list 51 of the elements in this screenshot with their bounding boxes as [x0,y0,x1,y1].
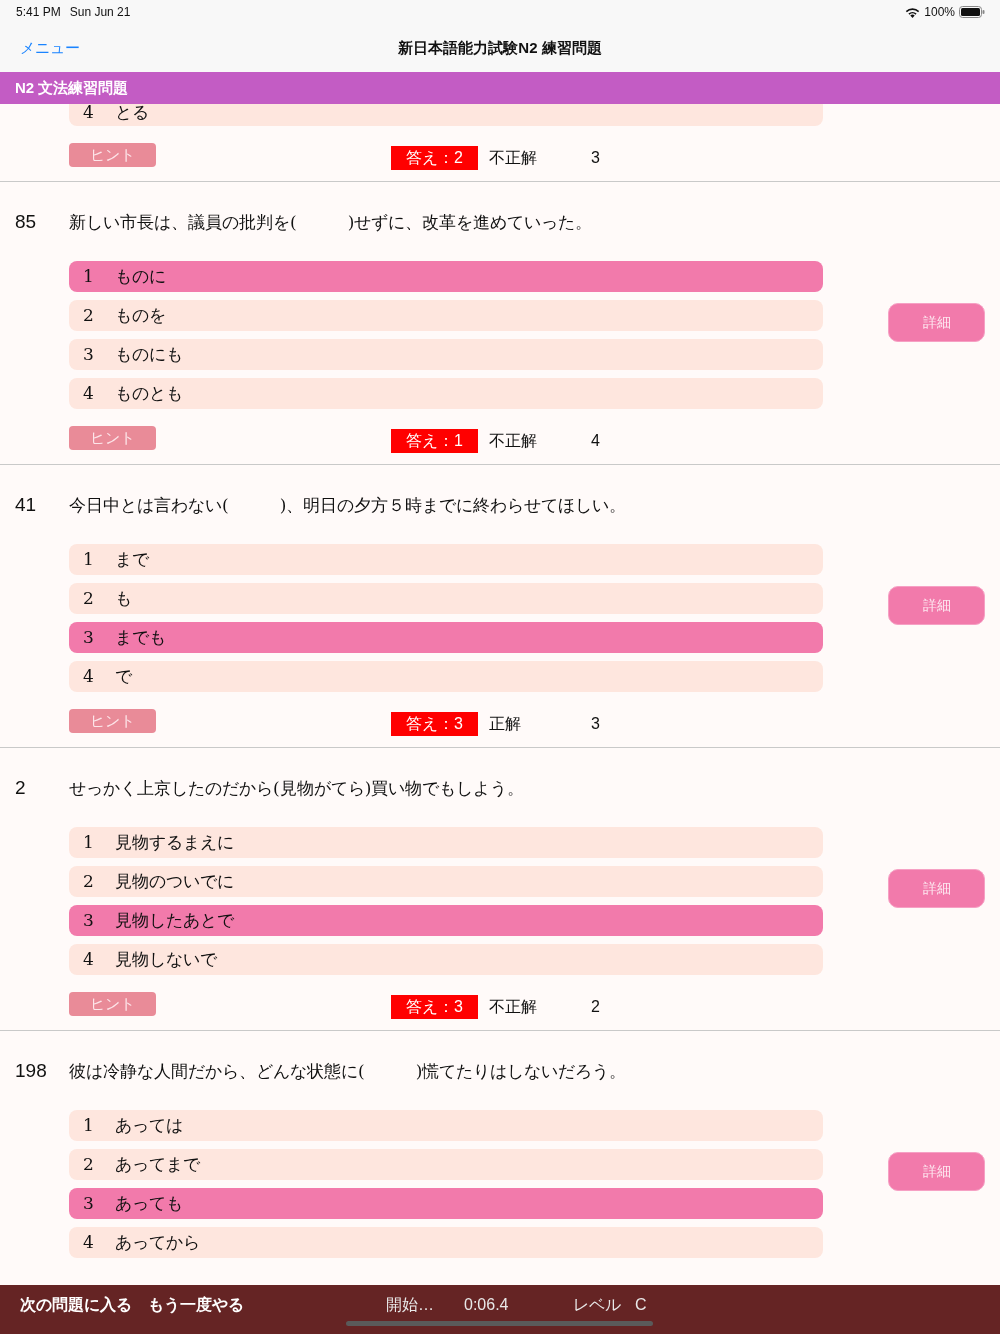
count-text: 4 [591,432,600,449]
question-text: 新しい市長は、議員の批判を( )せずに、改革を進めていった。 [69,211,593,234]
question-number: 85 [15,211,37,232]
answer-option[interactable]: 4 ものとも [69,378,823,409]
answer-label: 答え：3 [391,712,478,736]
status-time: 5:41 PM [16,4,61,21]
question-text: 彼は冷静な人間だから、どんな状態に( )慌てたりはしないだろう。 [69,1060,627,1083]
result-text: 正解 [489,715,521,732]
battery-percentage: 100% [924,4,955,21]
level-label: レベル [573,1294,621,1315]
question-number: 41 [15,494,37,515]
question-number: 2 [15,777,26,798]
answer-option[interactable]: 3 までも [69,622,823,653]
section-header: N2 文法練習問題 [0,72,1000,104]
answer-option[interactable]: 1 あっては [69,1110,823,1141]
question-number: 198 [15,1060,47,1081]
answer-option[interactable]: 2 見物のついでに [69,866,823,897]
result-text: 不正解 [489,149,537,166]
answer-option[interactable]: 3 あっても [69,1188,823,1219]
timer-text: 0:06.4 [464,1294,509,1315]
answer-option[interactable]: 2 あってまで [69,1149,823,1180]
question-text: せっかく上京したのだから(見物がてら)買い物でもしよう。 [69,777,525,800]
page-title: 新日本語能力試験N2 練習問題 [398,37,602,58]
answer-option[interactable]: 3 見物したあとで [69,905,823,936]
answer-label: 答え：2 [391,146,478,170]
wifi-icon [905,6,921,18]
status-text: 開始… [386,1294,434,1315]
level-value: C [635,1294,647,1315]
answer-option[interactable]: 1 ものに [69,261,823,292]
retry-button[interactable]: もう一度やる [148,1292,244,1317]
result-text: 不正解 [489,998,537,1015]
count-text: 3 [591,715,600,732]
answer-label: 答え：3 [391,995,478,1019]
answer-option[interactable]: 4 見物しないで [69,944,823,975]
answer-option[interactable]: 2 ものを [69,300,823,331]
answer-option[interactable]: 4 あってから [69,1227,823,1258]
answer-option[interactable]: 3 ものにも [69,339,823,370]
next-question-button[interactable]: 次の問題に入る [20,1292,132,1317]
result-text: 不正解 [489,432,537,449]
status-date: Sun Jun 21 [69,4,131,21]
answer-option[interactable]: 1 まで [69,544,823,575]
count-text: 2 [591,998,600,1015]
battery-icon [959,6,985,18]
question-text: 今日中とは言わない( )、明日の夕方５時までに終わらせてほしい。 [69,494,627,517]
answer-option[interactable]: 4 とる [69,104,823,126]
answer-option[interactable]: 1 見物するまえに [69,827,823,858]
count-text: 3 [591,149,600,166]
answer-label: 答え：1 [391,429,478,453]
answer-option[interactable]: 2 も [69,583,823,614]
answer-option[interactable]: 4 で [69,661,823,692]
menu-link[interactable]: メニュー [20,36,80,60]
